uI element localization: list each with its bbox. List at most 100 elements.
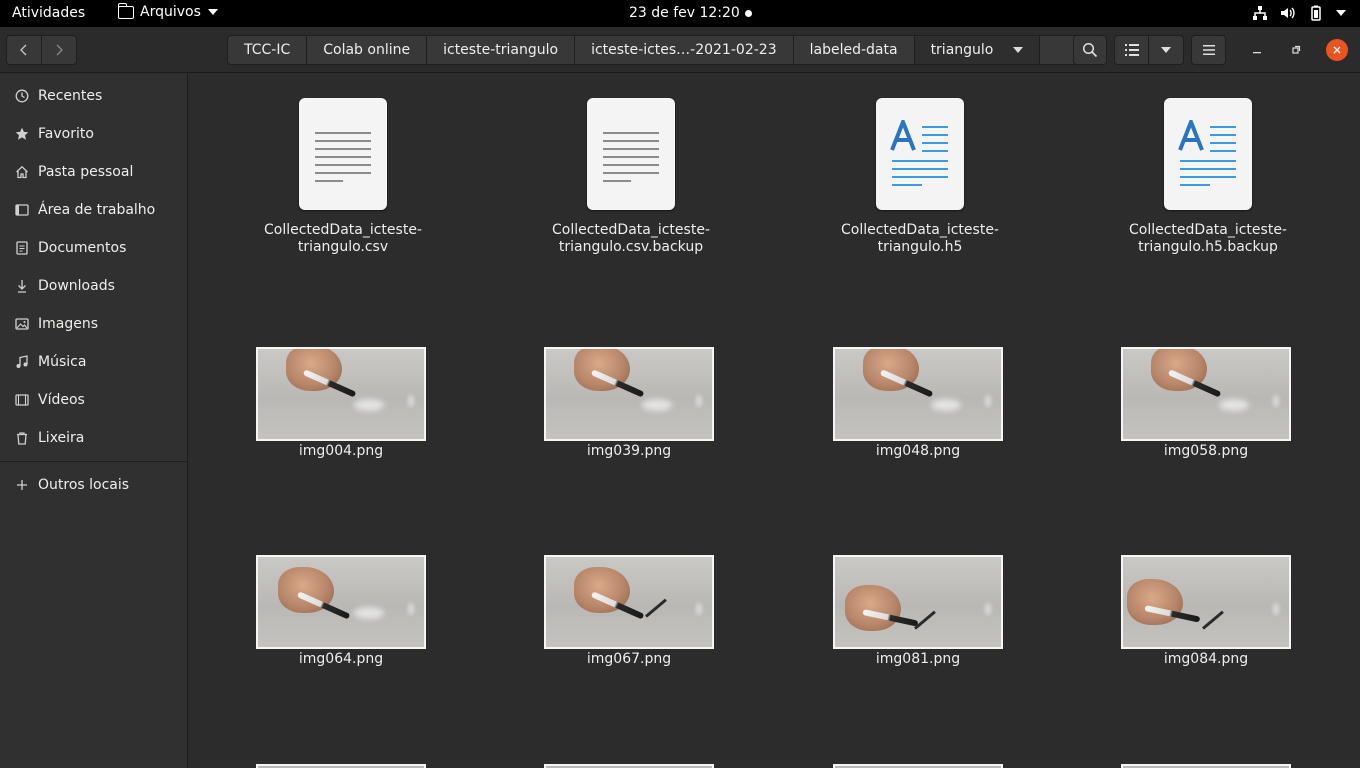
download-icon: [14, 278, 30, 294]
image-thumbnail-partial[interactable]: [544, 764, 714, 768]
file-name: img004.png: [298, 443, 384, 459]
file-name: CollectedData_icteste- triangulo.h5.back…: [1108, 222, 1308, 256]
path-crumb-current[interactable]: triangulo: [914, 35, 1041, 65]
minimize-button[interactable]: [1246, 39, 1268, 61]
sidebar-item-recentes[interactable]: Recentes: [0, 79, 188, 113]
battery-icon: [1311, 5, 1321, 21]
system-tray[interactable]: [1252, 5, 1346, 21]
clock[interactable]: 23 de fev 12:20: [629, 5, 740, 21]
rich-text-document-icon: [1164, 98, 1252, 210]
file-name-line: CollectedData_icteste-: [552, 222, 710, 238]
video-icon: [14, 392, 30, 408]
path-bar: TCC-IC Colab online icteste-triangulo ic…: [227, 35, 1101, 65]
file-name: img058.png: [1163, 443, 1249, 459]
volume-icon: [1281, 7, 1295, 19]
file-item[interactable]: img084.png: [1106, 555, 1306, 668]
maximize-button[interactable]: [1285, 39, 1307, 61]
sidebar-item-label: Recentes: [38, 88, 103, 104]
system-menu-chevron-icon: [1336, 10, 1346, 16]
file-item[interactable]: CollectedData_icteste- triangulo.h5.back…: [1108, 98, 1308, 256]
image-thumbnail: [833, 347, 1003, 441]
search-button[interactable]: [1073, 35, 1107, 65]
chevron-down-icon: [1013, 47, 1024, 53]
path-crumb[interactable]: labeled-data: [793, 35, 915, 65]
file-grid: CollectedData_icteste- triangulo.csv Col…: [189, 74, 1360, 768]
rich-text-document-icon: [876, 98, 964, 210]
file-item[interactable]: img067.png: [529, 555, 729, 668]
restore-icon: [1292, 45, 1301, 54]
top-bar: Atividades Arquivos 23 de fev 12:20: [0, 0, 1360, 27]
sidebar-item-label: Outros locais: [38, 477, 130, 493]
home-icon: [14, 164, 30, 180]
path-crumb[interactable]: icteste-triangulo: [427, 35, 576, 65]
network-icon: [1253, 6, 1267, 20]
image-thumbnail: [1121, 347, 1291, 441]
chevron-right-icon: [56, 44, 63, 56]
file-item[interactable]: img048.png: [818, 347, 1018, 460]
sidebar-item-label: Documentos: [38, 240, 127, 256]
sidebar-divider: [0, 461, 188, 462]
back-button[interactable]: [6, 35, 42, 65]
file-item[interactable]: img058.png: [1106, 347, 1306, 460]
main-menu-button[interactable]: [1191, 35, 1226, 65]
chevron-down-icon: [207, 9, 218, 15]
sidebar-item-documentos[interactable]: Documentos: [0, 231, 188, 265]
sidebar-item-label: Área de trabalho: [38, 202, 156, 218]
sidebar-item-label: Pasta pessoal: [38, 164, 134, 180]
path-crumb[interactable]: Colab online: [307, 35, 428, 65]
close-icon: [1333, 46, 1341, 54]
image-thumbnail-partial[interactable]: [1121, 764, 1291, 768]
sidebar-item-label: Imagens: [38, 316, 99, 332]
sidebar-item-label: Vídeos: [38, 392, 85, 408]
app-menu-label: Arquivos: [140, 4, 201, 20]
image-thumbnail: [256, 555, 426, 649]
sidebar-item-outros-locais[interactable]: Outros locais: [0, 468, 188, 502]
file-item[interactable]: img004.png: [241, 347, 441, 460]
search-icon: [1082, 42, 1098, 58]
path-crumb[interactable]: TCC-IC: [227, 35, 308, 65]
app-menu[interactable]: Arquivos: [117, 2, 218, 20]
plus-icon: [14, 477, 30, 493]
view-options-button[interactable]: [1148, 35, 1184, 65]
sidebar: Recentes Favorito Pasta pessoal Área de …: [0, 74, 188, 768]
text-document-icon: [587, 98, 675, 210]
sidebar-item-label: Música: [38, 354, 87, 370]
file-name-line: triangulo.csv: [297, 239, 389, 255]
file-item[interactable]: img064.png: [241, 555, 441, 668]
file-name: img084.png: [1163, 651, 1249, 667]
image-thumbnail-partial[interactable]: [256, 764, 426, 768]
list-view-button[interactable]: [1114, 35, 1149, 65]
activities-button[interactable]: Atividades: [12, 5, 85, 21]
path-crumb[interactable]: icteste-ictes…-2021-02-23: [575, 35, 794, 65]
image-thumbnail-partial[interactable]: [833, 764, 1003, 768]
file-name-line: CollectedData_icteste-: [1129, 222, 1287, 238]
sidebar-item-videos[interactable]: Vídeos: [0, 383, 188, 417]
sidebar-item-favorito[interactable]: Favorito: [0, 117, 188, 151]
image-thumbnail: [544, 347, 714, 441]
file-item[interactable]: img081.png: [818, 555, 1018, 668]
sidebar-item-lixeira[interactable]: Lixeira: [0, 421, 188, 455]
star-icon: [14, 126, 30, 142]
file-name-line: CollectedData_icteste-: [264, 222, 422, 238]
file-name: img067.png: [586, 651, 672, 667]
trash-icon: [14, 430, 30, 446]
sidebar-item-area-de-trabalho[interactable]: Área de trabalho: [0, 193, 188, 227]
file-name: img039.png: [586, 443, 672, 459]
chevron-down-icon: [1161, 47, 1171, 53]
desktop-icon: [14, 202, 30, 218]
file-item[interactable]: img039.png: [529, 347, 729, 460]
forward-button[interactable]: [41, 35, 77, 65]
file-item[interactable]: CollectedData_icteste- triangulo.csv.bac…: [531, 98, 731, 256]
image-thumbnail: [833, 555, 1003, 649]
file-item[interactable]: CollectedData_icteste- triangulo.csv: [243, 98, 443, 256]
sidebar-item-downloads[interactable]: Downloads: [0, 269, 188, 303]
folder-icon: [117, 2, 134, 19]
sidebar-item-label: Favorito: [38, 126, 94, 142]
sidebar-item-pasta-pessoal[interactable]: Pasta pessoal: [0, 155, 188, 189]
sidebar-item-imagens[interactable]: Imagens: [0, 307, 188, 341]
sidebar-item-musica[interactable]: Música: [0, 345, 188, 379]
file-item[interactable]: CollectedData_icteste- triangulo.h5: [820, 98, 1020, 256]
header-bar: TCC-IC Colab online icteste-triangulo ic…: [0, 27, 1360, 73]
file-name: CollectedData_icteste- triangulo.csv.bac…: [531, 222, 731, 256]
close-button[interactable]: [1326, 39, 1348, 61]
